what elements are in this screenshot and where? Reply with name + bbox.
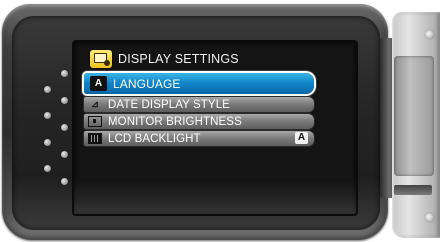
lcd-backlight-icon	[88, 133, 102, 144]
menu-item-lcd-backlight[interactable]: LCD BACKLIGHT A	[84, 131, 314, 146]
screen-glare	[74, 180, 356, 214]
auto-badge: A	[295, 132, 308, 144]
menu-title: DISPLAY SETTINGS	[118, 52, 239, 66]
display-settings-icon	[90, 50, 112, 68]
screw-icon	[425, 213, 434, 222]
menu-item-language[interactable]: A LANGUAGE	[84, 73, 314, 94]
indicator-dot	[61, 178, 68, 185]
date-style-icon: ⊿	[91, 99, 99, 109]
indicator-dot	[44, 86, 51, 93]
menu-item-label: MONITOR BRIGHTNESS	[108, 115, 242, 128]
indicator-dot	[44, 165, 51, 172]
indicator-dot	[44, 139, 51, 146]
indicator-dot	[61, 70, 68, 77]
indicator-dot	[44, 112, 51, 119]
menu-item-monitor-brightness[interactable]: MONITOR BRIGHTNESS	[84, 114, 314, 129]
screw-icon	[425, 30, 434, 39]
settings-menu: A LANGUAGE ⊿ DATE DISPLAY STYLE MONITOR …	[84, 73, 314, 148]
menu-item-label: LANGUAGE	[113, 76, 181, 91]
monitor-brightness-icon	[88, 116, 102, 127]
lcd-screen: DISPLAY SETTINGS A LANGUAGE ⊿ DATE DISPL…	[72, 40, 358, 216]
menu-header: DISPLAY SETTINGS	[90, 48, 239, 70]
menu-item-label: LCD BACKLIGHT	[108, 132, 201, 145]
indicator-dot	[61, 124, 68, 131]
side-panel-inset	[394, 56, 434, 176]
menu-item-date-display-style[interactable]: ⊿ DATE DISPLAY STYLE	[84, 97, 314, 112]
language-icon: A	[90, 76, 107, 91]
indicator-dot	[61, 151, 68, 158]
menu-item-label: DATE DISPLAY STYLE	[108, 98, 230, 111]
indicator-dot	[61, 97, 68, 104]
side-panel-slot	[394, 185, 432, 195]
